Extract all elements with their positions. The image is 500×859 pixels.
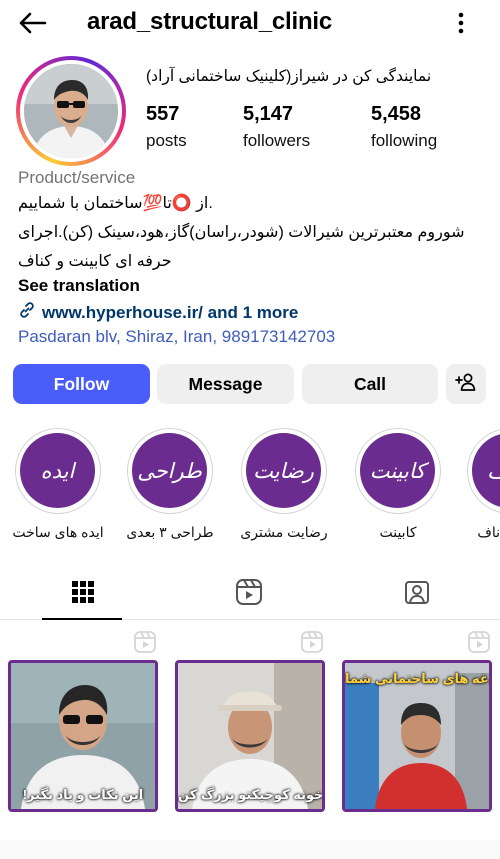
post-caption: خونه کوچیکتو بزرگ کن xyxy=(178,787,324,802)
post-image: !این نکات و یاد بگیر xyxy=(8,660,158,812)
see-translation-link[interactable]: See translation xyxy=(18,276,140,296)
tagged-person-icon xyxy=(403,578,431,611)
post-thumbnail[interactable]: !این نکات و یاد بگیر xyxy=(0,621,166,821)
reel-icon xyxy=(134,631,156,653)
grid-icon xyxy=(71,580,95,609)
highlight-label: کابینت xyxy=(379,524,417,540)
posts-count[interactable]: 557 posts xyxy=(146,103,187,151)
call-button[interactable]: Call xyxy=(302,364,438,404)
followers-count-value: 5,147 xyxy=(243,103,294,125)
message-button[interactable]: Message xyxy=(157,364,294,404)
post-thumbnail[interactable]: دغدغه های ساختمانی شما xyxy=(334,621,500,821)
profile-display-name: نمایندگی کن در شیراز(کلینیک ساختمانی آرا… xyxy=(146,68,432,85)
post-image: خونه کوچیکتو بزرگ کن xyxy=(175,660,325,812)
more-options-icon[interactable] xyxy=(448,10,474,36)
reel-icon xyxy=(301,631,323,653)
highlight-label: ناف xyxy=(477,524,500,540)
profile-website-link[interactable]: www.hyperhouse.ir/ and 1 more xyxy=(18,301,298,324)
highlight-label: رضایت مشتری xyxy=(240,524,328,540)
reels-icon xyxy=(235,578,263,611)
bio-line: حرفه ای کابینت و کناف xyxy=(18,253,172,270)
top-bar: arad_structural_clinic xyxy=(0,0,500,46)
story-highlight[interactable]: کناف ناف xyxy=(453,428,500,548)
highlight-cover: طراحی xyxy=(132,433,207,508)
tab-posts-grid[interactable] xyxy=(0,568,166,620)
followers-count[interactable]: 5,147 followers xyxy=(243,103,310,151)
post-image: دغدغه های ساختمانی شما xyxy=(342,660,492,812)
tab-reels[interactable] xyxy=(166,568,332,620)
avatar xyxy=(24,64,118,158)
highlight-cover: کناف xyxy=(472,433,500,508)
next-row-strip xyxy=(0,840,500,859)
profile-category: Product/service xyxy=(18,168,136,187)
profile-avatar-story-ring[interactable] xyxy=(16,56,126,166)
back-arrow-icon[interactable] xyxy=(16,8,48,38)
post-thumbnail[interactable]: خونه کوچیکتو بزرگ کن xyxy=(167,621,333,821)
add-person-icon xyxy=(455,372,477,397)
suggested-accounts-button[interactable] xyxy=(446,364,486,404)
profile-address-link[interactable]: Pasdaran blv, Shiraz, Iran, 989173142703 xyxy=(18,327,335,347)
highlight-label: ایده های ساخت xyxy=(12,524,104,540)
followers-count-label: followers xyxy=(243,131,311,150)
link-icon xyxy=(18,301,36,324)
following-count-value: 5,458 xyxy=(371,103,422,125)
following-count[interactable]: 5,458 following xyxy=(371,103,437,151)
posts-count-value: 557 xyxy=(146,103,180,125)
highlight-cover: ایده xyxy=(20,433,95,508)
posts-count-label: posts xyxy=(146,131,187,150)
tab-tagged[interactable] xyxy=(334,568,500,620)
reel-icon xyxy=(468,631,490,653)
profile-content-tabs xyxy=(0,568,500,620)
profile-username: arad_structural_clinic xyxy=(87,8,333,35)
bio-line: .از ⭕تا💯ساختمان با شماییم xyxy=(18,195,213,212)
post-caption: !این نکات و یاد بگیر xyxy=(22,787,144,802)
bio-line: شوروم معتبرترین شیرالات (شودر،راسان)گاز،… xyxy=(18,224,465,241)
highlight-cover: کابینت xyxy=(360,433,435,508)
following-count-label: following xyxy=(371,131,438,150)
active-tab-indicator xyxy=(42,618,122,620)
website-link-text: www.hyperhouse.ir/ and 1 more xyxy=(42,302,299,322)
highlight-label: طراحی ۳ بعدی xyxy=(126,524,214,540)
highlight-cover: رضایت xyxy=(246,433,321,508)
follow-button[interactable]: Follow xyxy=(13,364,150,404)
post-caption: دغدغه های ساختمانی شما xyxy=(345,671,489,686)
